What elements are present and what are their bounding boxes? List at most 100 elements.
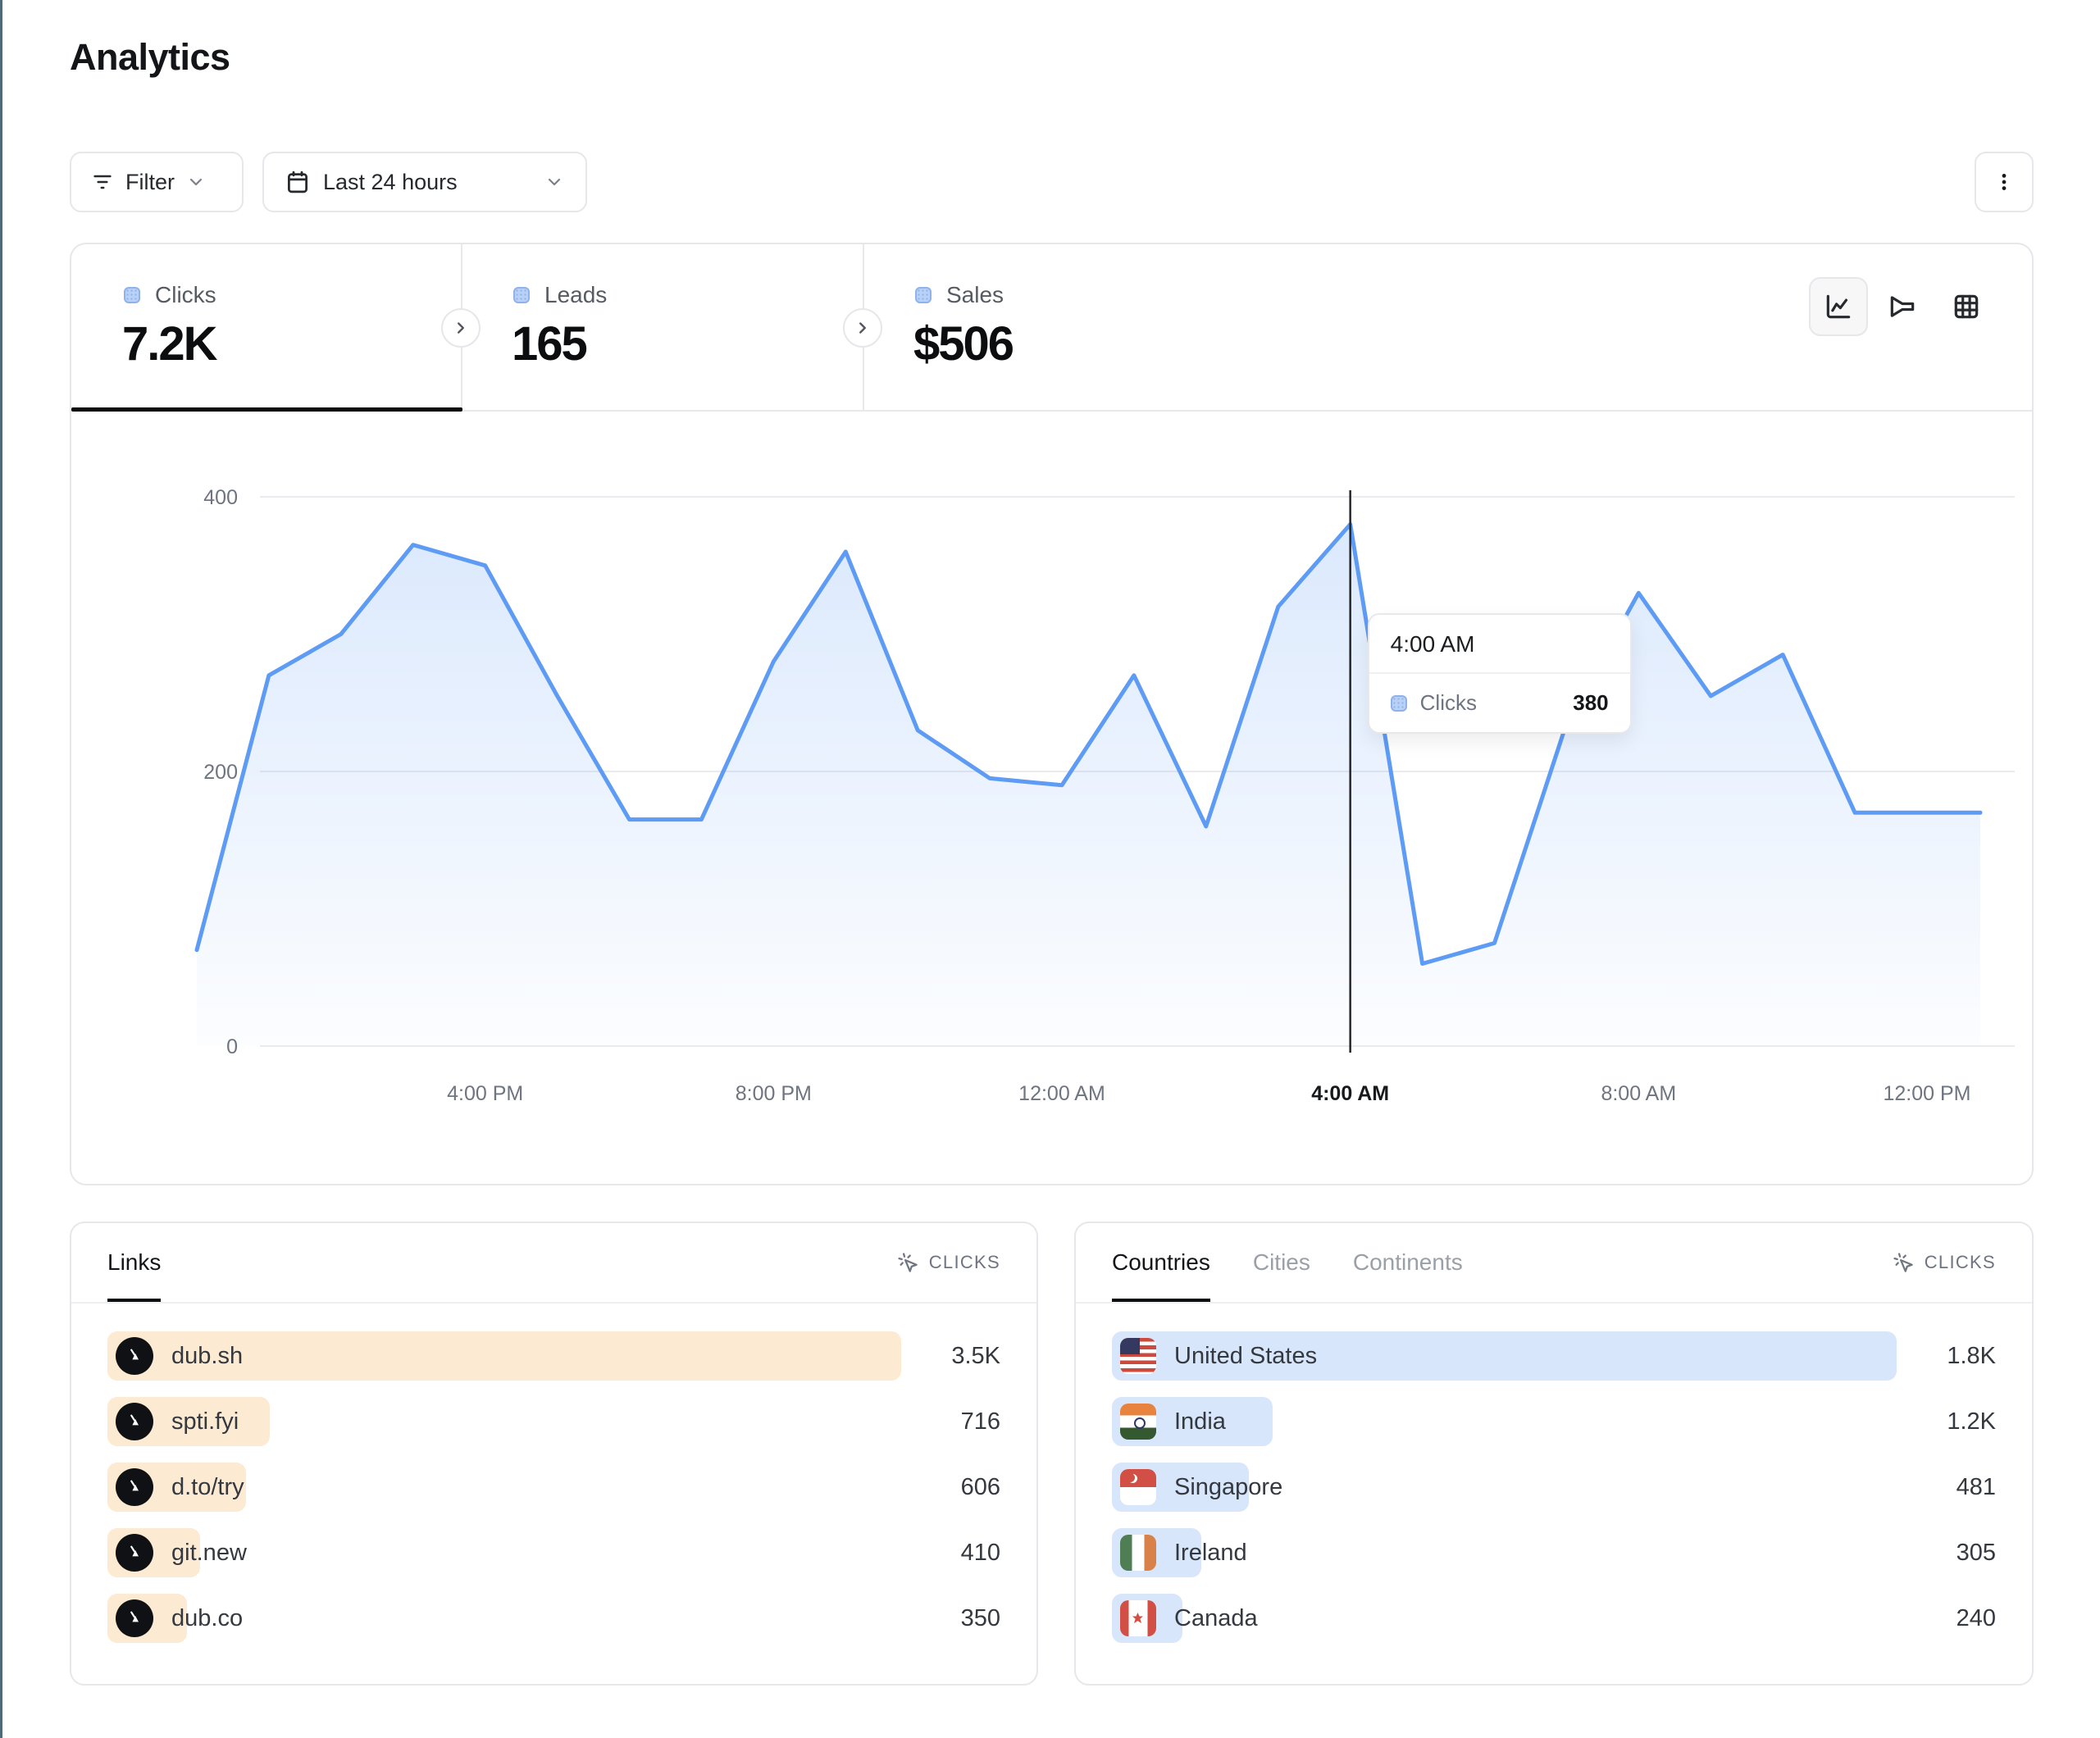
- dub-logo-icon: [116, 1599, 153, 1637]
- svg-text:4:00 PM: 4:00 PM: [447, 1082, 523, 1105]
- country-clicks-value: 1.8K: [1918, 1343, 1996, 1370]
- tab-links[interactable]: Links: [107, 1223, 161, 1302]
- clicks-legend-icon: [124, 287, 140, 303]
- dub-logo-icon: [116, 1403, 153, 1440]
- clicks-legend-icon: [1391, 695, 1407, 712]
- tab-label: Cities: [1253, 1249, 1310, 1276]
- canada-flag-icon: [1120, 1600, 1156, 1636]
- countries-panel: Countries Cities Continents CLICKS: [1074, 1222, 2034, 1686]
- country-clicks-value: 240: [1918, 1605, 1996, 1632]
- country-row[interactable]: United States 1.8K: [1112, 1331, 1996, 1381]
- chevron-down-icon: [186, 172, 206, 192]
- svg-text:200: 200: [203, 761, 238, 784]
- link-label: d.to/try: [171, 1474, 244, 1501]
- stat-label: Sales: [946, 282, 1004, 308]
- stat-value: 7.2K: [122, 316, 216, 371]
- link-label: dub.sh: [171, 1343, 243, 1370]
- tab-label: Continents: [1353, 1249, 1463, 1276]
- country-clicks-value: 305: [1918, 1540, 1996, 1567]
- tab-leads[interactable]: Leads 165: [461, 244, 863, 410]
- tooltip-time: 4:00 AM: [1369, 615, 1630, 674]
- link-clicks-value: 3.5K: [922, 1343, 1000, 1370]
- dub-logo-icon: [116, 1534, 153, 1572]
- link-label: git.new: [171, 1540, 247, 1567]
- sales-legend-icon: [915, 287, 932, 303]
- kebab-menu-icon: [1993, 171, 2015, 193]
- expand-clicks-leads-button[interactable]: [441, 308, 481, 348]
- svg-text:8:00 PM: 8:00 PM: [736, 1082, 812, 1105]
- expand-leads-sales-button[interactable]: [843, 308, 882, 348]
- cursor-click-icon: [1893, 1252, 1915, 1274]
- link-clicks-value: 350: [922, 1605, 1000, 1632]
- more-options-button[interactable]: [1975, 152, 2034, 212]
- ireland-flag-icon: [1120, 1535, 1156, 1571]
- svg-text:12:00 PM: 12:00 PM: [1883, 1082, 1970, 1105]
- link-row[interactable]: d.to/try 606: [107, 1463, 1000, 1512]
- funnel-view-button[interactable]: [1873, 277, 1932, 336]
- tab-cities[interactable]: Cities: [1253, 1223, 1310, 1302]
- link-label: dub.co: [171, 1605, 243, 1632]
- analytics-page: Analytics Filter Last 24 hours Cl: [0, 0, 2100, 1738]
- stat-label: Clicks: [155, 282, 216, 308]
- dub-logo-icon: [116, 1468, 153, 1506]
- page-title: Analytics: [70, 36, 230, 79]
- table-grid-icon: [1951, 291, 1982, 322]
- united-states-flag-icon: [1120, 1338, 1156, 1374]
- chart-tooltip: 4:00 AM Clicks 380: [1368, 613, 1632, 734]
- tab-sales[interactable]: Sales $506: [863, 244, 1683, 410]
- date-range-button[interactable]: Last 24 hours: [262, 152, 587, 212]
- filter-icon: [91, 171, 114, 193]
- country-row[interactable]: Singapore 481: [1112, 1463, 1996, 1512]
- country-label: Singapore: [1174, 1474, 1282, 1501]
- country-clicks-value: 1.2K: [1918, 1408, 1996, 1435]
- country-row[interactable]: Ireland 305: [1112, 1528, 1996, 1577]
- india-flag-icon: [1120, 1404, 1156, 1440]
- metric-label: CLICKS: [929, 1252, 1000, 1273]
- link-row[interactable]: spti.fyi 716: [107, 1397, 1000, 1446]
- link-row[interactable]: git.new 410: [107, 1528, 1000, 1577]
- links-panel-header: Links CLICKS: [71, 1223, 1036, 1304]
- links-metric-selector[interactable]: CLICKS: [897, 1223, 1000, 1302]
- tab-label: Links: [107, 1249, 161, 1276]
- funnel-chart-icon: [1887, 291, 1918, 322]
- country-clicks-value: 481: [1918, 1474, 1996, 1501]
- stat-value: $506: [913, 316, 1013, 371]
- svg-text:12:00 AM: 12:00 AM: [1018, 1082, 1105, 1105]
- cursor-click-icon: [897, 1252, 919, 1274]
- links-panel: Links CLICKS dub.sh 3.5K: [70, 1222, 1038, 1686]
- date-range-label: Last 24 hours: [323, 170, 458, 195]
- filter-button[interactable]: Filter: [70, 152, 244, 212]
- countries-metric-selector[interactable]: CLICKS: [1893, 1223, 1996, 1302]
- chart-type-switcher: [1809, 277, 1996, 336]
- metric-label: CLICKS: [1925, 1252, 1996, 1273]
- tooltip-series-value: 380: [1573, 690, 1608, 716]
- country-label: United States: [1174, 1343, 1317, 1370]
- tab-continents[interactable]: Continents: [1353, 1223, 1463, 1302]
- line-chart-view-button[interactable]: [1809, 277, 1868, 336]
- country-row[interactable]: India 1.2K: [1112, 1397, 1996, 1446]
- tab-countries[interactable]: Countries: [1112, 1223, 1210, 1302]
- country-row[interactable]: Canada 240: [1112, 1594, 1996, 1643]
- link-clicks-value: 410: [922, 1540, 1000, 1567]
- country-label: Ireland: [1174, 1540, 1247, 1567]
- clicks-area-chart[interactable]: 02004004:00 PM8:00 PM12:00 AM4:00 AM8:00…: [70, 410, 2034, 1185]
- line-chart-icon: [1823, 291, 1854, 322]
- countries-panel-header: Countries Cities Continents CLICKS: [1076, 1223, 2032, 1304]
- chevron-right-icon: [854, 319, 872, 337]
- links-list: dub.sh 3.5K spti.fyi 716: [71, 1304, 1036, 1643]
- leads-legend-icon: [513, 287, 530, 303]
- country-label: Canada: [1174, 1605, 1258, 1632]
- tooltip-series-label: Clicks: [1420, 690, 1477, 716]
- svg-text:4:00 AM: 4:00 AM: [1311, 1082, 1389, 1105]
- singapore-flag-icon: [1120, 1469, 1156, 1505]
- link-row[interactable]: dub.sh 3.5K: [107, 1331, 1000, 1381]
- chevron-down-icon: [544, 172, 564, 192]
- tooltip-row: Clicks 380: [1369, 674, 1630, 732]
- stat-value: 165: [512, 316, 586, 371]
- link-label: spti.fyi: [171, 1408, 239, 1435]
- table-view-button[interactable]: [1937, 277, 1996, 336]
- window-edge-divider: [0, 0, 2, 1738]
- tab-clicks[interactable]: Clicks 7.2K: [71, 244, 461, 410]
- link-row[interactable]: dub.co 350: [107, 1594, 1000, 1643]
- link-clicks-value: 606: [922, 1474, 1000, 1501]
